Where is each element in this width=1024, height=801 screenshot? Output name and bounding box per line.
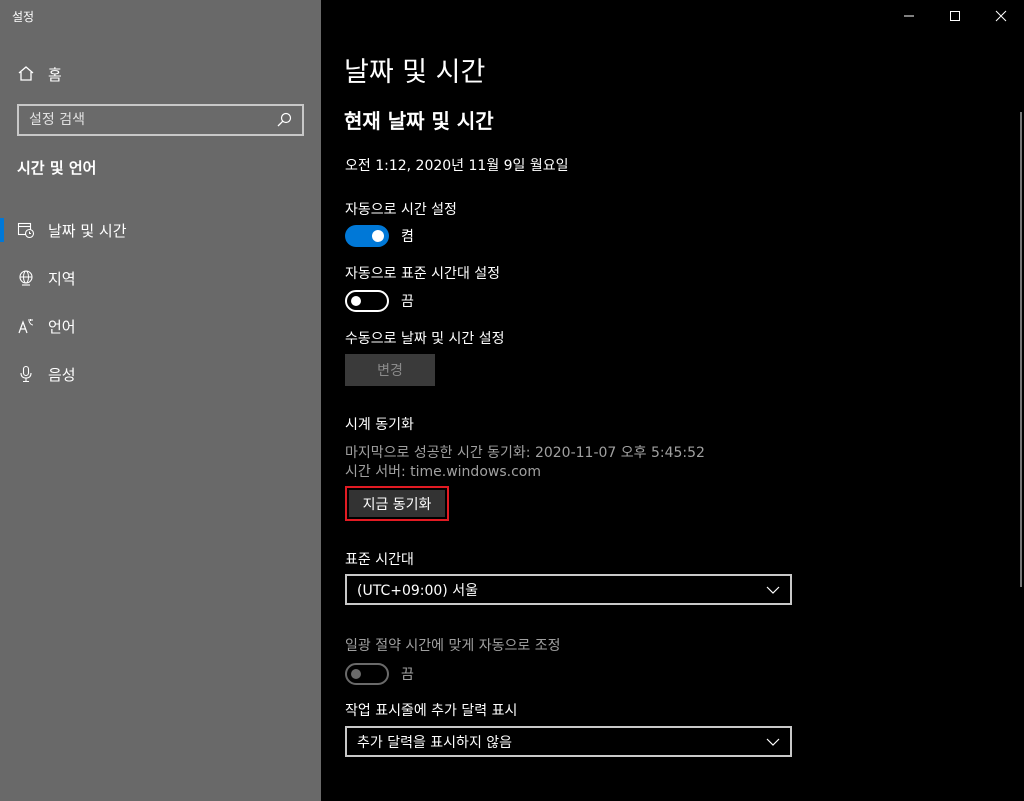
home-link[interactable]: 홈 (17, 62, 62, 86)
search-icon[interactable] (276, 112, 292, 128)
sidebar-item-language[interactable]: 언어 (0, 302, 321, 350)
language-icon (17, 317, 35, 335)
sidebar-item-label: 음성 (48, 365, 76, 384)
sidebar-item-label: 날짜 및 시간 (48, 221, 127, 240)
globe-icon (17, 269, 35, 287)
calendar-label: 작업 표시줄에 추가 달력 표시 (345, 703, 518, 719)
home-label: 홈 (48, 65, 62, 84)
sync-now-button[interactable]: 지금 동기화 (345, 486, 449, 521)
main-content: 날짜 및 시간 현재 날짜 및 시간 오전 1:12, 2020년 11월 9일… (321, 0, 1024, 801)
current-datetime: 오전 1:12, 2020년 11월 9일 월요일 (345, 158, 569, 174)
calendar-dropdown[interactable]: 추가 달력을 표시하지 않음 (345, 726, 792, 757)
chevron-down-icon (766, 585, 780, 595)
search-box[interactable] (17, 104, 304, 136)
sidebar: 설정 홈 시간 및 언어 날짜 및 시간 지역 (0, 0, 321, 801)
sidebar-item-label: 지역 (48, 269, 76, 288)
change-button[interactable]: 변경 (345, 354, 435, 386)
last-sync-text: 마지막으로 성공한 시간 동기화: 2020-11-07 오후 5:45:52 (345, 445, 705, 461)
auto-time-toggle[interactable] (345, 225, 389, 247)
search-input[interactable] (29, 112, 276, 128)
auto-time-label: 자동으로 시간 설정 (345, 202, 457, 218)
sidebar-item-speech[interactable]: 음성 (0, 350, 321, 398)
page-title: 날짜 및 시간 (344, 57, 486, 88)
timezone-selected: (UTC+09:00) 서울 (357, 582, 478, 599)
auto-time-state: 켬 (401, 229, 414, 245)
scrollbar[interactable] (1020, 112, 1022, 587)
time-server-text: 시간 서버: time.windows.com (345, 464, 541, 480)
section-title: 시간 및 언어 (17, 159, 97, 177)
auto-time-row: 켬 (345, 225, 414, 247)
timezone-label: 표준 시간대 (345, 552, 414, 568)
chevron-down-icon (766, 737, 780, 747)
timezone-dropdown[interactable]: (UTC+09:00) 서울 (345, 574, 792, 605)
dst-row: 끔 (345, 663, 414, 685)
auto-timezone-row: 끔 (345, 290, 414, 312)
section-heading-current: 현재 날짜 및 시간 (344, 109, 494, 133)
sync-now-label: 지금 동기화 (349, 490, 445, 517)
calendar-clock-icon (17, 221, 35, 239)
sync-heading: 시계 동기화 (345, 417, 414, 433)
sidebar-item-date-time[interactable]: 날짜 및 시간 (0, 206, 321, 254)
dst-state: 끔 (401, 667, 414, 683)
dst-toggle[interactable] (345, 663, 389, 685)
app-title: 설정 (12, 10, 35, 24)
auto-timezone-state: 끔 (401, 294, 414, 310)
auto-timezone-label: 자동으로 표준 시간대 설정 (345, 266, 501, 282)
auto-timezone-toggle[interactable] (345, 290, 389, 312)
microphone-icon (17, 365, 35, 383)
manual-set-label: 수동으로 날짜 및 시간 설정 (345, 331, 505, 347)
sidebar-item-region[interactable]: 지역 (0, 254, 321, 302)
dst-label: 일광 절약 시간에 맞게 자동으로 조정 (345, 638, 561, 654)
home-icon (17, 65, 35, 83)
calendar-selected: 추가 달력을 표시하지 않음 (357, 734, 513, 751)
sidebar-nav: 날짜 및 시간 지역 언어 음성 (0, 206, 321, 398)
sidebar-item-label: 언어 (48, 317, 76, 336)
